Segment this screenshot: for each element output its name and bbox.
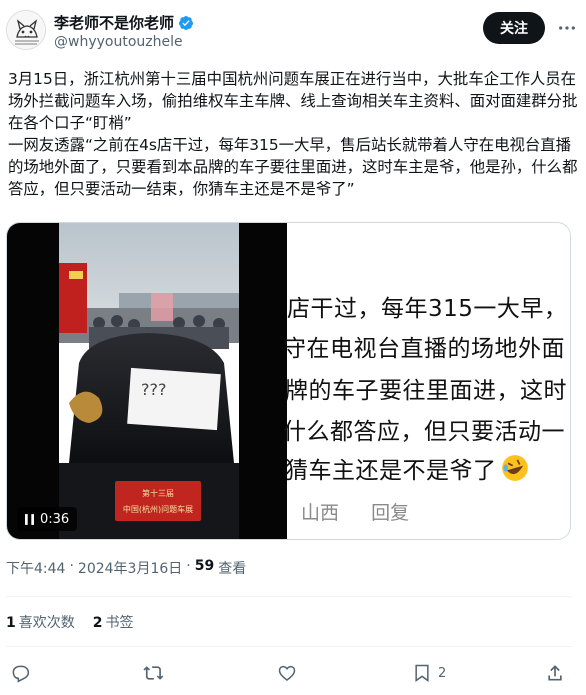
follow-button[interactable]: 关注 <box>483 12 545 44</box>
tweet-timestamp-row: 下午4:44 · 2024年3月16日 · 59 查看 <box>6 558 246 578</box>
video-frame-car-photo: ??? 第十三届 中国(杭州)问题车展 <box>59 223 239 539</box>
screen-meta-location: 山西 <box>301 502 340 524</box>
screen-text-line: 守在电视台直播的场地外面 <box>283 336 565 362</box>
screen-meta-row: 山西 回复 <box>301 498 435 525</box>
heart-icon <box>278 665 296 682</box>
plate-sign-bottom-text: 中国(杭州)问题车展 <box>123 504 193 514</box>
bookmark-button[interactable]: 2 <box>412 658 446 688</box>
bookmark-action-count: 2 <box>438 665 447 681</box>
author-display-name[interactable]: 李老师不是你老师 <box>54 12 174 33</box>
video-playback-badge[interactable]: 0:36 <box>17 507 78 531</box>
likes-count: 1 <box>6 615 16 631</box>
screen-meta-reply: 回复 <box>371 502 410 524</box>
screen-text-line: 店干过，每年315一大早， <box>287 296 568 322</box>
divider <box>6 596 572 597</box>
bookmark-icon <box>415 664 429 682</box>
views-label: 查看 <box>218 561 247 577</box>
share-button[interactable] <box>545 658 565 688</box>
video-letterbox-left <box>7 223 59 539</box>
avatar-cat-sketch-icon <box>7 11 45 49</box>
views-count: 59 <box>194 558 215 574</box>
verified-badge-icon <box>179 15 194 30</box>
tweet-text: 3月15日，浙江杭州第十三届中国杭州问题车展正在进行当中，大批车企工作人员在场外… <box>8 68 578 200</box>
author-handle[interactable]: @whyyoutouzhele <box>54 34 183 50</box>
bookmarks-count: 2 <box>92 615 103 631</box>
video-letterbox-mid <box>239 223 287 539</box>
author-avatar[interactable] <box>6 10 46 50</box>
retweet-icon <box>143 666 163 680</box>
tweet-header: 李老师不是你老师 @whyyoutouzhele 关注 <box>0 0 586 64</box>
tweet-stats-row: 1 喜欢次数 2 书签 <box>6 612 134 632</box>
plate-sign-top-text: 第十三届 <box>142 488 174 498</box>
tweet-time[interactable]: 下午4:44 <box>6 558 65 578</box>
like-button[interactable] <box>277 658 297 688</box>
bookmarks-label: 书签 <box>105 615 134 631</box>
tweet-paragraph-2: 一网友透露“之前在4s店干过，每年315一大早，售后站长就带着人守在电视台直播的… <box>8 136 578 198</box>
reply-icon <box>12 665 30 683</box>
rolling-on-floor-laughing-emoji <box>501 455 528 481</box>
video-duration: 0:36 <box>40 511 70 527</box>
divider <box>6 646 572 647</box>
paper-sign-text: ??? <box>141 380 166 399</box>
tweet-paragraph-1: 3月15日，浙江杭州第十三届中国杭州问题车展正在进行当中，大批车企工作人员在场外… <box>8 70 578 132</box>
car-photo-scene: ??? 第十三届 中国(杭州)问题车展 <box>59 223 239 539</box>
screen-text-line: 什么都答应，但只要活动一 <box>283 419 565 445</box>
share-icon <box>548 665 562 681</box>
tweet-date[interactable]: 2024年3月16日 <box>78 558 182 578</box>
video-frame-screenshot-text: 店干过，每年315一大早， 守在电视台直播的场地外面 牌的车子要往里面进，这时 … <box>283 223 570 539</box>
screen-text-line: 猜车主还是不是爷了 <box>285 458 497 484</box>
separator-dot: · <box>69 558 74 574</box>
retweet-button[interactable] <box>143 658 163 688</box>
video-player[interactable]: ??? 第十三届 中国(杭州)问题车展 店干过，每年315一大早， 守在电视台直… <box>6 222 571 540</box>
pause-icon[interactable] <box>25 513 34 525</box>
likes-label: 喜欢次数 <box>18 615 75 631</box>
tweet-action-bar: 2 <box>0 658 586 688</box>
screen-text-line: 牌的车子要往里面进，这时 <box>285 378 567 404</box>
reply-button[interactable] <box>10 658 30 688</box>
likes-stat[interactable]: 1 喜欢次数 <box>6 612 75 632</box>
more-options-icon[interactable] <box>556 18 578 38</box>
bookmarks-stat[interactable]: 2 书签 <box>93 612 134 632</box>
separator-dot: · <box>186 558 191 574</box>
